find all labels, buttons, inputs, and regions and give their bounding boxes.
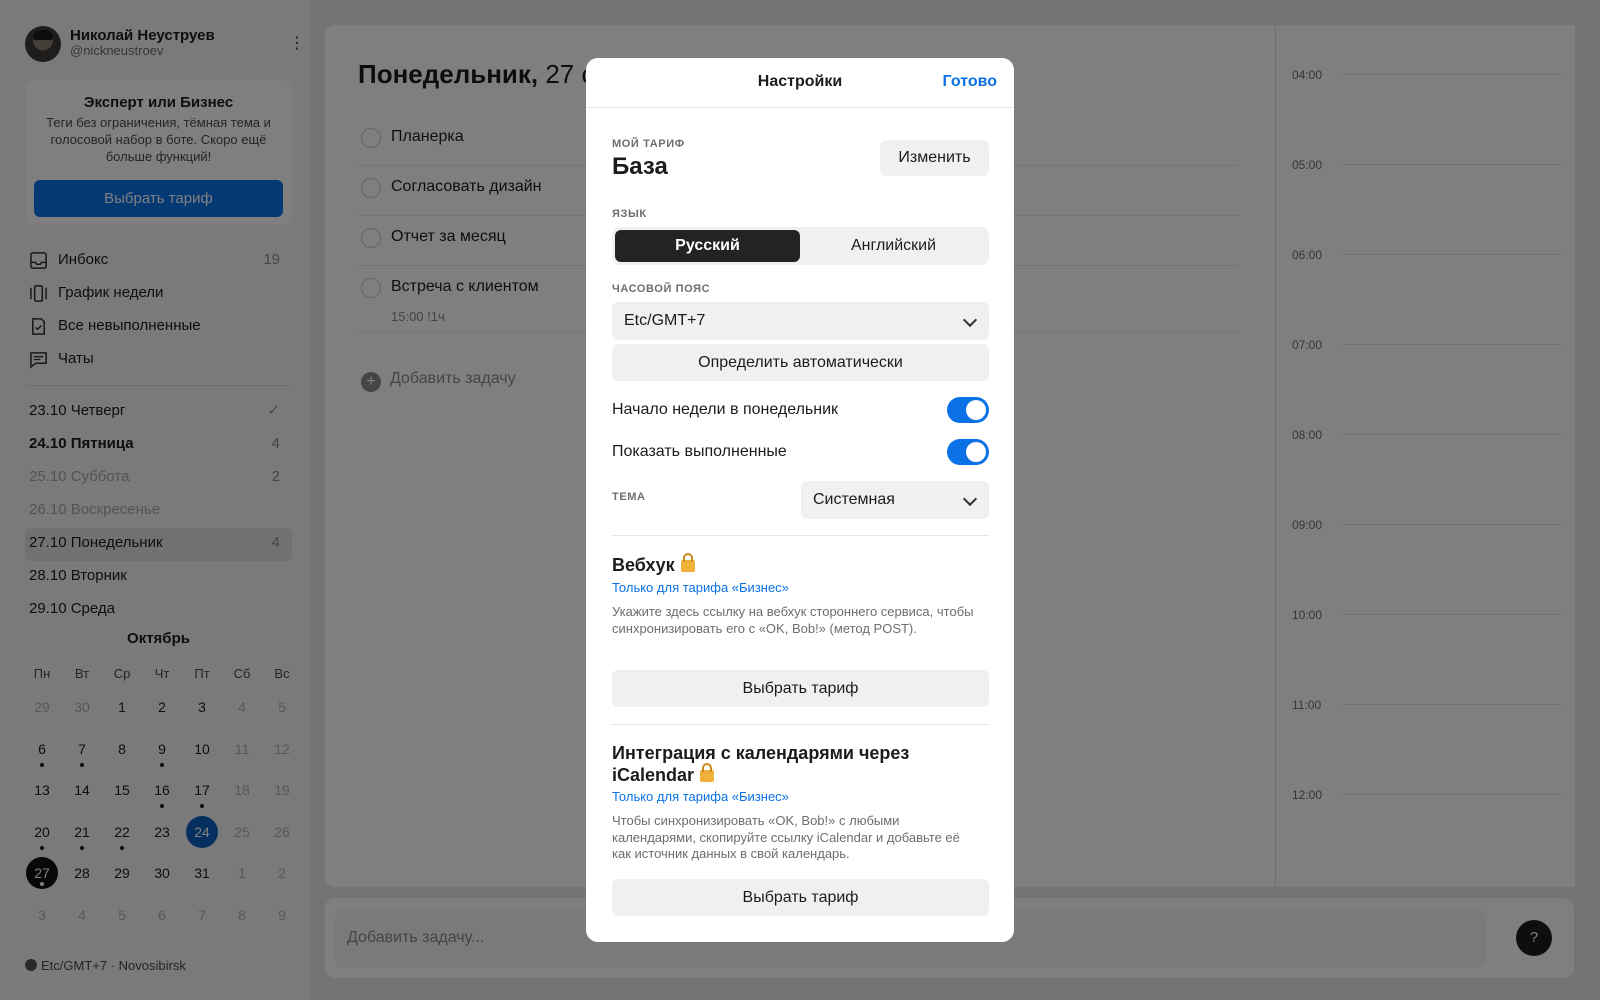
theme-select[interactable]: Системная	[801, 481, 989, 519]
timezone-select[interactable]: Etc/GMT+7	[612, 302, 989, 340]
ical-title: Интеграция с календарями через iCalendar	[612, 742, 992, 786]
timezone-value: Etc/GMT+7	[624, 312, 706, 329]
business-only-link[interactable]: Только для тарифа «Бизнес»	[612, 789, 789, 804]
section-divider	[612, 535, 989, 536]
business-only-link[interactable]: Только для тарифа «Бизнес»	[612, 580, 789, 595]
plan-label: Мой тариф	[612, 138, 685, 150]
plan-name: База	[612, 153, 668, 180]
ical-description: Чтобы синхронизировать «OK, Bob!» с любы…	[612, 813, 960, 861]
settings-modal: Настройки Готово Мой тариф База Изменить…	[586, 58, 1014, 942]
auto-detect-timezone-button[interactable]: Определить автоматически	[612, 344, 989, 381]
week-start-label: Начало недели в понедельник	[612, 401, 839, 418]
chevron-down-icon	[962, 491, 978, 507]
timezone-label: Часовой пояс	[612, 283, 711, 295]
lock-icon	[700, 763, 715, 782]
show-done-setting: Показать выполненные	[612, 438, 989, 466]
webhook-title-text: Вебхук	[612, 555, 675, 575]
theme-value: Системная	[813, 491, 895, 508]
lock-icon	[680, 553, 695, 572]
ical-title-text: Интеграция с календарями через iCalendar	[612, 743, 910, 785]
week-start-setting: Начало недели в понедельник	[612, 396, 989, 424]
modal-header: Настройки Готово	[586, 58, 1014, 108]
language-option-russian[interactable]: Русский	[615, 230, 800, 262]
section-divider	[612, 724, 989, 725]
ical-choose-plan-button[interactable]: Выбрать тариф	[612, 879, 989, 916]
webhook-choose-plan-button[interactable]: Выбрать тариф	[612, 670, 989, 707]
theme-label: Тема	[612, 491, 646, 503]
done-button[interactable]: Готово	[943, 73, 997, 91]
language-segmented-control: Русский Английский	[612, 227, 989, 265]
chevron-down-icon	[962, 312, 978, 328]
language-option-english[interactable]: Английский	[801, 230, 986, 262]
change-plan-button[interactable]: Изменить	[880, 140, 989, 176]
show-done-label: Показать выполненные	[612, 443, 787, 460]
week-start-toggle[interactable]	[947, 397, 989, 423]
webhook-title: Вебхук	[612, 553, 992, 576]
show-done-toggle[interactable]	[947, 439, 989, 465]
webhook-description: Укажите здесь ссылку на вебхук стороннег…	[612, 604, 974, 636]
language-label: Язык	[612, 208, 647, 220]
